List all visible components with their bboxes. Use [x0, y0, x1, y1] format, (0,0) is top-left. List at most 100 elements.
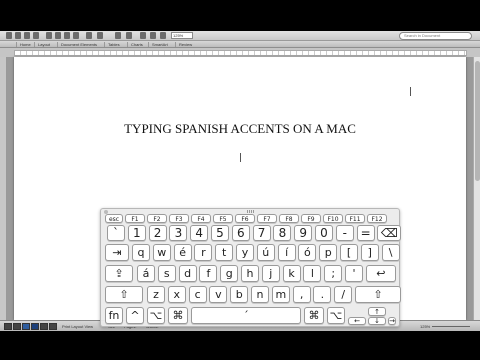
copy-icon[interactable]	[55, 32, 61, 39]
key-row1-10[interactable]: 0	[315, 225, 333, 241]
open-icon[interactable]	[15, 32, 21, 39]
key-row4-3[interactable]: c	[188, 286, 207, 303]
key-row3-8[interactable]: k	[282, 265, 301, 282]
key-space[interactable]: ˊ	[191, 307, 301, 324]
key-row2-8[interactable]: í	[277, 244, 296, 261]
key-row4-5[interactable]: b	[230, 286, 249, 303]
vertical-scrollbar[interactable]	[473, 57, 480, 320]
key-row2-2[interactable]: w	[152, 244, 171, 261]
tab-charts[interactable]: Charts	[127, 42, 143, 47]
columns-icon[interactable]	[126, 32, 132, 39]
tab-smartart[interactable]: SmartArt	[148, 42, 168, 47]
key-row1-7[interactable]: 7	[252, 225, 271, 241]
key-row2-6[interactable]: y	[236, 244, 254, 261]
key-row2-10[interactable]: p	[319, 244, 338, 261]
tab-home[interactable]: Home	[16, 42, 31, 47]
key-row4-1[interactable]: z	[147, 286, 165, 303]
print-layout-view-icon[interactable]	[31, 323, 39, 330]
key-row4-6[interactable]: n	[251, 286, 269, 303]
redo-icon[interactable]	[97, 32, 103, 39]
key-right-shift[interactable]: ⇧	[355, 286, 401, 303]
key-row2-11[interactable]: [	[340, 244, 358, 261]
key-row1-4[interactable]: 4	[190, 225, 209, 241]
key-row2-5[interactable]: t	[215, 244, 234, 261]
key-f12[interactable]: F12	[367, 214, 387, 223]
horizontal-ruler[interactable]	[0, 48, 480, 57]
key-row1-8[interactable]: 8	[273, 225, 292, 241]
key-f4[interactable]: F4	[191, 214, 211, 223]
key-f10[interactable]: F10	[323, 214, 343, 223]
key-f3[interactable]: F3	[169, 214, 189, 223]
key-row3-6[interactable]: h	[241, 265, 259, 282]
key-row1-0[interactable]: `	[107, 225, 125, 241]
vertical-ruler[interactable]	[0, 57, 7, 320]
key-esc[interactable]: esc	[105, 214, 123, 223]
key-row3-4[interactable]: f	[199, 265, 218, 282]
draft-view-icon[interactable]	[4, 323, 12, 330]
key-row3-10[interactable]: ;	[324, 265, 343, 282]
outline-view-icon[interactable]	[13, 323, 21, 330]
key-row1-3[interactable]: 3	[169, 225, 188, 241]
search-input[interactable]: Search in Document	[399, 32, 472, 40]
key-f9[interactable]: F9	[301, 214, 321, 223]
key-fn[interactable]: fn	[105, 307, 123, 324]
key-f11[interactable]: F11	[345, 214, 365, 223]
key-row1-11[interactable]: -	[335, 225, 354, 241]
key-row4-10[interactable]: /	[334, 286, 353, 303]
new-document-icon[interactable]	[6, 32, 12, 39]
key-row2-7[interactable]: ú	[256, 244, 275, 261]
format-painter-icon[interactable]	[73, 32, 79, 39]
key-caps-lock[interactable]: ⇪	[105, 265, 133, 282]
key-arrow-right[interactable]: →	[388, 317, 396, 325]
key-row2-12[interactable]: ]	[360, 244, 379, 261]
key-row2-1[interactable]: q	[132, 244, 150, 261]
key-row2-3[interactable]: é	[173, 244, 192, 261]
key-left-option[interactable]: ⌥	[147, 307, 165, 324]
key-row4-8[interactable]: ,	[292, 286, 311, 303]
key-f6[interactable]: F6	[235, 214, 255, 223]
drag-handle-icon[interactable]	[247, 210, 255, 213]
keyboard-viewer[interactable]: esc F1 F2 F3 F4 F5 F6 F7 F8 F9 F10 F11 F12 ` 1 2 3 4 5 6 7 8 9…	[100, 208, 402, 327]
key-row4-2[interactable]: x	[167, 286, 186, 303]
key-row3-2[interactable]: s	[157, 265, 176, 282]
save-icon[interactable]	[24, 32, 30, 39]
key-f8[interactable]: F8	[279, 214, 299, 223]
key-f5[interactable]: F5	[213, 214, 233, 223]
key-arrow-down[interactable]: ↓	[368, 317, 386, 325]
tab-tables[interactable]: Tables	[104, 42, 120, 47]
key-right-command[interactable]: ⌘	[304, 307, 324, 324]
key-row2-9[interactable]: ó	[298, 244, 317, 261]
zoom-select[interactable]: 125%	[171, 32, 193, 39]
key-left-command[interactable]: ⌘	[168, 307, 188, 324]
table-icon[interactable]	[115, 32, 121, 39]
key-row3-9[interactable]: l	[303, 265, 322, 282]
tab-layout[interactable]: Layout	[34, 42, 50, 47]
key-row1-2[interactable]: 2	[148, 225, 167, 241]
toolbox-icon[interactable]	[160, 32, 166, 39]
publishing-view-icon[interactable]	[22, 323, 30, 330]
key-right-option[interactable]: ⌥	[327, 307, 345, 324]
key-row3-3[interactable]: d	[178, 265, 197, 282]
key-row4-7[interactable]: m	[271, 286, 290, 303]
key-delete[interactable]: ⌫	[377, 225, 402, 241]
cut-icon[interactable]	[46, 32, 52, 39]
key-row2-4[interactable]: r	[194, 244, 213, 261]
key-f7[interactable]: F7	[257, 214, 277, 223]
key-row3-7[interactable]: j	[261, 265, 280, 282]
key-row1-12[interactable]: =	[356, 225, 375, 241]
key-row1-9[interactable]: 9	[294, 225, 313, 241]
key-row3-11[interactable]: '	[345, 265, 363, 282]
zoom-slider[interactable]	[432, 326, 470, 327]
key-row4-9[interactable]: .	[313, 286, 332, 303]
print-icon[interactable]	[33, 32, 39, 39]
key-row4-4[interactable]: v	[209, 286, 228, 303]
scroll-thumb[interactable]	[475, 61, 480, 181]
undo-icon[interactable]	[86, 32, 92, 39]
tab-review[interactable]: Review	[175, 42, 192, 47]
key-f2[interactable]: F2	[147, 214, 167, 223]
key-row1-6[interactable]: 6	[231, 225, 250, 241]
key-f1[interactable]: F1	[125, 214, 145, 223]
sidebar-icon[interactable]	[140, 32, 146, 39]
key-left-shift[interactable]: ⇧	[105, 286, 143, 303]
tab-document-elements[interactable]: Document Elements	[57, 42, 97, 47]
